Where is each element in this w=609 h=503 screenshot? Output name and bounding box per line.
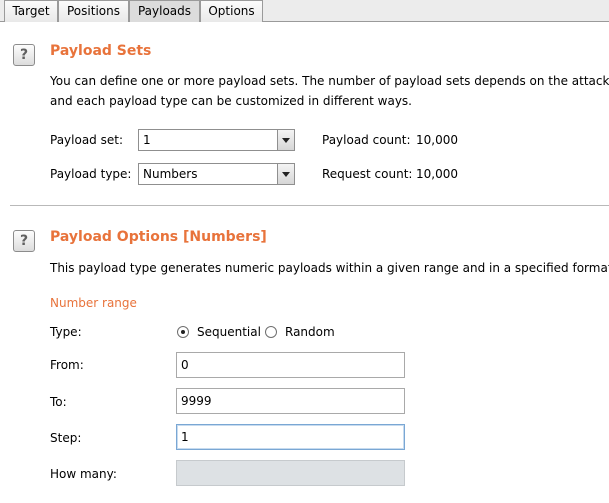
request-count-label: Request count: <box>322 167 413 181</box>
payload-type-select[interactable]: Numbers <box>138 163 295 185</box>
payload-sets-title: Payload Sets <box>50 43 152 59</box>
step-field[interactable] <box>176 424 405 450</box>
tab-bar: Target Positions Payloads Options <box>0 0 609 22</box>
help-icon[interactable]: ? <box>13 44 35 66</box>
tab-payloads[interactable]: Payloads <box>129 0 200 22</box>
payload-sets-description-line1: You can define one or more payload sets.… <box>50 74 609 88</box>
number-range-heading: Number range <box>50 296 137 310</box>
payload-count-label: Payload count: <box>322 133 411 147</box>
to-label: To: <box>50 395 67 409</box>
request-count-value: 10,000 <box>416 167 458 181</box>
payload-set-value: 1 <box>143 133 151 147</box>
section-divider <box>10 205 609 206</box>
payload-count-value: 10,000 <box>416 133 458 147</box>
step-label: Step: <box>50 431 82 445</box>
payload-set-select[interactable]: 1 <box>138 129 295 151</box>
to-field[interactable] <box>176 388 405 414</box>
type-label: Type: <box>50 325 82 339</box>
radio-sequential[interactable] <box>177 326 189 338</box>
chevron-down-icon[interactable] <box>277 164 294 184</box>
payload-type-label: Payload type: <box>50 167 132 181</box>
payload-set-label: Payload set: <box>50 133 123 147</box>
payload-options-description: This payload type generates numeric payl… <box>50 261 609 275</box>
payload-type-value: Numbers <box>143 167 198 181</box>
payload-options-title: Payload Options [Numbers] <box>50 229 267 245</box>
from-field[interactable] <box>176 352 405 378</box>
tab-positions[interactable]: Positions <box>58 0 129 22</box>
how-many-label: How many: <box>50 467 117 481</box>
chevron-down-icon[interactable] <box>277 130 294 150</box>
from-label: From: <box>50 358 84 372</box>
how-many-field <box>176 460 405 486</box>
sequential-label[interactable]: Sequential <box>197 325 261 339</box>
help-icon[interactable]: ? <box>13 230 35 252</box>
tab-options[interactable]: Options <box>200 0 263 22</box>
tab-target[interactable]: Target <box>4 0 58 22</box>
random-label[interactable]: Random <box>285 325 335 339</box>
payload-sets-description-line2: and each payload type can be customized … <box>50 94 412 108</box>
radio-random[interactable] <box>265 326 277 338</box>
